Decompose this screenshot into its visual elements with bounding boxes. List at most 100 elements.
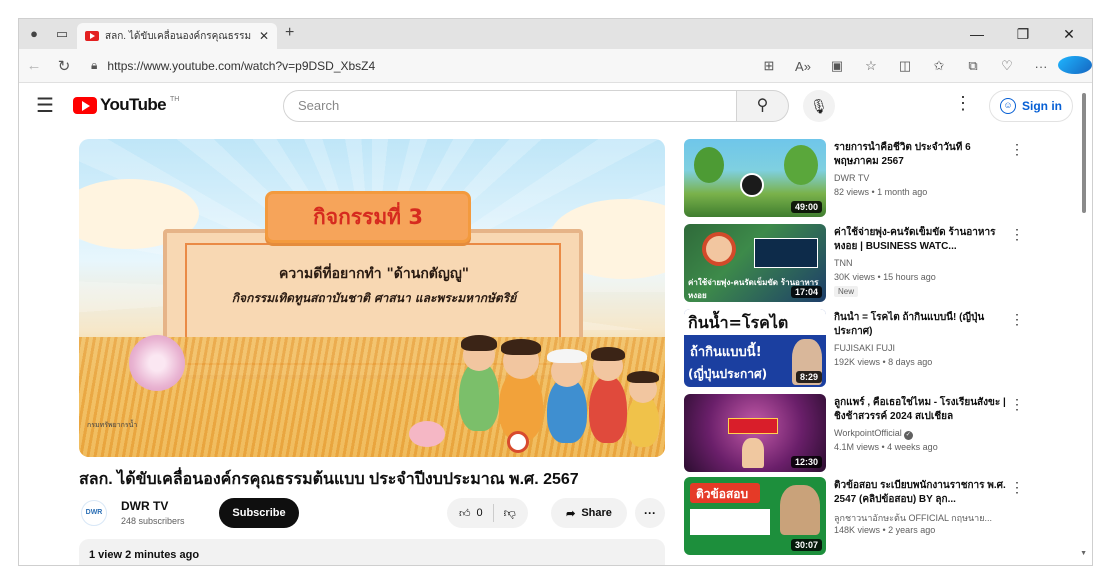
settings-kebab-icon[interactable]: ⋮ xyxy=(954,93,972,114)
video-duration: 49:00 xyxy=(790,201,822,213)
recommendation-channel[interactable]: DWR TV xyxy=(834,173,869,183)
recommendation-thumbnail[interactable]: กินน้ำ=โรคไต ถ้ากินแบบนี้! (ญี่ปุ่นประกา… xyxy=(684,309,826,387)
recommendation-thumbnail[interactable]: ค่าใช้จ่ายพุ่ง-คนรัดเข็มขัด ร้านอาหารหงอ… xyxy=(684,224,826,302)
alarm-clock xyxy=(507,431,529,453)
piggy-bank xyxy=(409,421,445,447)
collections-icon[interactable]: ⧉ xyxy=(956,58,990,74)
recommendation-meta: 148K views • 2 years ago xyxy=(834,525,936,535)
sign-in-label: Sign in xyxy=(1022,99,1062,113)
split-screen-icon[interactable]: ◫ xyxy=(888,58,922,74)
profile-icon[interactable]: ● xyxy=(27,27,41,41)
dislike-button[interactable]: 👎︎ xyxy=(494,506,528,521)
account-icon: ☺ xyxy=(1000,98,1016,114)
video-player[interactable]: กิจกรรมที่ 3 ความดีที่อยากทำ "ด้านกตัญญู… xyxy=(79,139,665,457)
recommendation-meta: 4.1M views • 4 weeks ago xyxy=(834,442,938,452)
youtube-logo[interactable]: YouTube TH xyxy=(73,95,179,115)
recommendation-item[interactable]: 49:00 รายการน้ำคือชีวิต ประจำวันที่ 6 พฤ… xyxy=(684,139,1024,219)
recommendation-item[interactable]: ค่าใช้จ่ายพุ่ง-คนรัดเข็มขัด ร้านอาหารหงอ… xyxy=(684,224,1024,304)
refresh-icon[interactable]: ↻ xyxy=(49,57,79,75)
recommendation-title[interactable]: ค่าใช้จ่ายพุ่ง-คนรัดเข็มขัด ร้านอาหารหงอ… xyxy=(834,226,1006,254)
video-duration: 30:07 xyxy=(790,539,822,551)
scroll-down-arrow-icon[interactable]: ▼ xyxy=(1080,550,1087,557)
thumbs-down-icon: 👎︎ xyxy=(503,505,516,520)
thumbnail-watermark: กรมทรัพยากรน้ำ xyxy=(87,422,138,429)
recommendation-title[interactable]: ติวข้อสอบ ระเบียบพนักงานราชการ พ.ศ. 2547… xyxy=(834,479,1006,507)
recommendation-channel[interactable]: TNN xyxy=(834,258,853,268)
kebab-menu-icon[interactable]: ⋮ xyxy=(1010,311,1024,328)
channel-name[interactable]: DWR TV xyxy=(121,499,168,513)
close-window-button[interactable]: ✕ xyxy=(1046,26,1092,43)
reader-view-icon[interactable]: ▣ xyxy=(820,58,854,74)
share-arrow-icon: ➦ xyxy=(566,507,576,520)
recommendation-item[interactable]: กินน้ำ=โรคไต ถ้ากินแบบนี้! (ญี่ปุ่นประกา… xyxy=(684,309,1024,389)
youtube-header: ☰ YouTube TH Search ⚲ 🎙︎ ⋮ ☺ Sign in xyxy=(19,83,1092,127)
thumbnail-line-1: ความดีที่อยากทำ "ด้านกตัญญู" xyxy=(278,266,470,282)
video-duration: 17:04 xyxy=(790,286,822,298)
recommendation-item[interactable]: 12:30 ลูกแพร์ , คือเธอใช่ไหม - โรงเรียนส… xyxy=(684,394,1024,474)
like-button[interactable]: 👍︎ 0 xyxy=(447,504,494,522)
favorites-icon[interactable]: ✩ xyxy=(922,58,956,74)
url-field[interactable]: 🔒︎ https://www.youtube.com/watch?v=p9DSD… xyxy=(83,53,723,79)
browser-window: ● ▭ สลก. ได้ขับเคลื่อนองค์กรคุณธรรม ✕ + … xyxy=(18,18,1093,566)
browser-menu-icon[interactable]: ··· xyxy=(1024,59,1058,74)
kebab-menu-icon[interactable]: ⋮ xyxy=(1010,479,1024,496)
restore-button[interactable]: ❐ xyxy=(1000,26,1046,43)
sign-in-button[interactable]: ☺ Sign in xyxy=(989,90,1073,122)
kebab-menu-icon[interactable]: ⋮ xyxy=(1010,141,1024,158)
like-count: 0 xyxy=(476,507,483,519)
voice-search-button[interactable]: 🎙︎ xyxy=(803,90,835,122)
thumbnail-subline: ถ้ากินแบบนี้! xyxy=(690,345,762,360)
new-tab-button[interactable]: + xyxy=(285,19,294,49)
channel-avatar[interactable]: DWR xyxy=(81,500,107,526)
share-label: Share xyxy=(581,507,612,519)
recommendation-thumbnail[interactable]: 12:30 xyxy=(684,394,826,472)
video-title: สลก. ได้ขับเคลื่อนองค์กรคุณธรรมต้นแบบ ปร… xyxy=(79,471,579,488)
description-box[interactable]: 1 view 2 minutes ago xyxy=(79,539,665,565)
recommendation-title[interactable]: ลูกแพร์ , คือเธอใช่ไหม - โรงเรียนสังขะ |… xyxy=(834,396,1006,424)
recommendation-thumbnail[interactable]: 49:00 xyxy=(684,139,826,217)
tab-title: สลก. ได้ขับเคลื่อนองค์กรคุณธรรม xyxy=(105,30,252,42)
edge-copilot-icon[interactable] xyxy=(1058,55,1092,77)
thumbnail-subline-2: (ญี่ปุ่นประกาศ) xyxy=(688,367,768,381)
kebab-menu-icon[interactable]: ⋮ xyxy=(1010,396,1024,413)
thumbs-up-icon: 👍︎ xyxy=(459,507,471,520)
like-dislike-group: 👍︎ 0 👎︎ xyxy=(447,498,528,528)
search-icon: ⚲ xyxy=(756,97,769,114)
extensions-icon[interactable]: ♡ xyxy=(990,58,1024,74)
recommendation-channel-name: WorkpointOfficial xyxy=(834,428,902,438)
thumbnail-headline: ติวข้อสอบ xyxy=(696,487,749,501)
lock-icon[interactable]: 🔒︎ xyxy=(91,58,97,73)
search-input[interactable]: Search xyxy=(283,90,737,122)
browser-titlebar: ● ▭ สลก. ได้ขับเคลื่อนองค์กรคุณธรรม ✕ + … xyxy=(19,19,1092,49)
tab-actions-icon[interactable]: ▭ xyxy=(55,27,69,41)
kebab-menu-icon[interactable]: ⋮ xyxy=(1010,226,1024,243)
apps-icon[interactable]: ⊞ xyxy=(752,58,786,74)
more-actions-button[interactable]: ··· xyxy=(635,498,665,528)
activity-banner: กิจกรรมที่ 3 xyxy=(265,191,471,243)
recommendation-thumbnail[interactable]: ติวข้อสอบ 30:07 xyxy=(684,477,826,555)
thumbnail-line-2: กิจกรรมเทิดทูนสถาบันชาติ ศาสนา และพระมหา… xyxy=(231,291,517,305)
favorite-star-icon[interactable]: ☆ xyxy=(854,58,888,74)
menu-icon[interactable]: ☰ xyxy=(21,93,69,118)
recommendation-channel[interactable]: FUJISAKI FUJI xyxy=(834,343,895,353)
tab-close-icon[interactable]: ✕ xyxy=(259,29,269,43)
recommendation-title[interactable]: กินน้ำ = โรคไต ถ้ากินแบบนี้! (ญี่ปุ่นประ… xyxy=(834,311,1006,339)
recommendation-channel[interactable]: WorkpointOfficial ✓ xyxy=(834,428,913,440)
video-duration: 12:30 xyxy=(790,456,822,468)
minimize-button[interactable]: — xyxy=(954,26,1000,42)
recommendation-channel[interactable]: ลูกชาวนาอักษะต้น OFFICIAL กฤษนาย... xyxy=(834,511,992,525)
read-aloud-icon[interactable]: A» xyxy=(786,59,820,74)
youtube-favicon-icon xyxy=(85,31,99,41)
recommendation-title[interactable]: รายการน้ำคือชีวิต ประจำวันที่ 6 พฤษภาคม … xyxy=(834,141,1006,169)
search-button[interactable]: ⚲ xyxy=(737,90,789,122)
share-button[interactable]: ➦ Share xyxy=(551,498,627,528)
vertical-scrollbar[interactable] xyxy=(1082,93,1086,213)
url-text[interactable]: https://www.youtube.com/watch?v=p9DSD_Xb… xyxy=(107,59,375,73)
back-arrow-icon[interactable]: ← xyxy=(19,57,49,74)
address-bar: ← ↻ 🔒︎ https://www.youtube.com/watch?v=p… xyxy=(19,49,1092,83)
youtube-play-icon xyxy=(73,96,97,114)
video-duration: 8:29 xyxy=(795,371,822,383)
browser-tab[interactable]: สลก. ได้ขับเคลื่อนองค์กรคุณธรรม ✕ xyxy=(77,23,277,49)
subscribe-button[interactable]: Subscribe xyxy=(219,498,299,528)
recommendation-item[interactable]: ติวข้อสอบ 30:07 ติวข้อสอบ ระเบียบพนักงาน… xyxy=(684,477,1024,557)
